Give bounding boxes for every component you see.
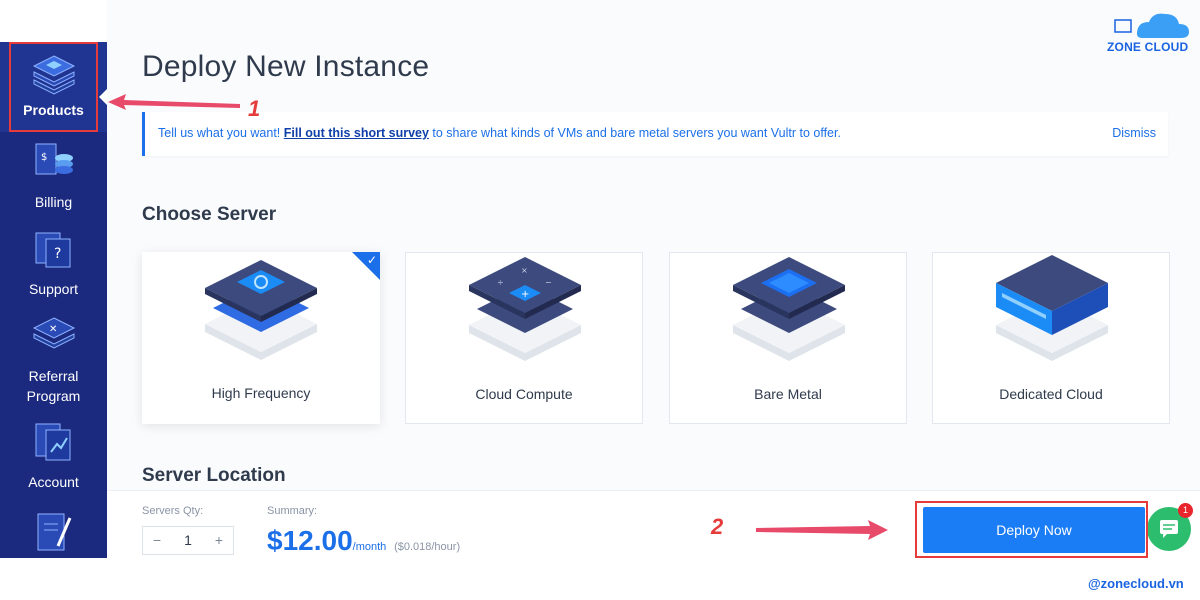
- sidebar-item-label: Billing: [34, 194, 73, 210]
- svg-text:+: +: [521, 289, 529, 300]
- servers-qty-label: Servers Qty:: [142, 505, 204, 517]
- server-card-name: Cloud Compute: [475, 386, 573, 402]
- summary-label: Summary:: [267, 505, 318, 517]
- sidebar-item-label: Account: [28, 474, 79, 490]
- dismiss-link[interactable]: Dismiss: [1112, 126, 1156, 140]
- referral-icon: ✕: [32, 317, 75, 349]
- sidebar-item-account[interactable]: Account: [0, 420, 107, 500]
- checkmark-icon: ✓: [366, 253, 377, 267]
- zone-cloud-logo: ZONE CLOUD: [1107, 10, 1193, 54]
- cloud-compute-server-icon: + × ÷ −: [469, 257, 581, 361]
- watermark: @zonecloud.vn: [1088, 576, 1184, 591]
- price-hourly: ($0.018/hour): [394, 541, 461, 553]
- svg-text:?: ?: [54, 246, 61, 262]
- chat-button[interactable]: 1: [1147, 503, 1193, 551]
- annotation-arrow-2: [756, 520, 888, 540]
- dedicated-cloud-server-icon: [996, 255, 1108, 361]
- price-monthly: $12.00: [267, 525, 353, 556]
- svg-text:−: −: [545, 278, 552, 287]
- server-card-name: High Frequency: [211, 385, 311, 401]
- survey-banner: Tell us what you want! Fill out this sho…: [142, 112, 1168, 156]
- svg-text:×: ×: [521, 266, 528, 275]
- bottom-margin: [0, 558, 1200, 600]
- annotation-box-products: [9, 42, 98, 132]
- choose-server-title: Choose Server: [142, 204, 277, 225]
- brand-name: ZONE CLOUD: [1107, 40, 1189, 54]
- price-summary: $12.00/month ($0.018/hour): [267, 525, 460, 557]
- server-type-options: ✓ High Frequency + × ÷ − Cloud Compute B…: [142, 252, 1170, 424]
- billing-icon: $: [35, 143, 73, 175]
- sidebar-item-label-line2: Program: [26, 388, 81, 404]
- support-icon: ?: [35, 232, 70, 268]
- sidebar-item-referral[interactable]: ✕ Referral Program: [0, 314, 107, 410]
- annotation-step-2: 2: [711, 514, 724, 539]
- cloud-logo-icon: [1114, 13, 1189, 38]
- svg-text:$: $: [41, 152, 47, 163]
- price-unit: /month: [352, 541, 387, 553]
- server-card-high-frequency[interactable]: ✓ High Frequency: [142, 252, 380, 424]
- survey-text-before: Tell us what you want!: [158, 126, 284, 140]
- server-card-name: Dedicated Cloud: [999, 386, 1103, 402]
- servers-qty-stepper: − 1 +: [142, 526, 234, 555]
- annotation-box-deploy: [915, 501, 1148, 558]
- svg-text:✕: ✕: [49, 324, 57, 335]
- page-title: Deploy New Instance: [142, 50, 430, 83]
- annotation-step-1: 1: [248, 96, 261, 121]
- sidebar-item-label: Support: [28, 281, 79, 297]
- high-frequency-server-icon: [205, 260, 317, 360]
- server-card-bare-metal[interactable]: Bare Metal: [669, 252, 907, 424]
- account-icon: [35, 423, 70, 461]
- sidebar-item-billing[interactable]: $ Billing: [0, 140, 107, 220]
- server-location-title: Server Location: [142, 465, 286, 486]
- svg-text:÷: ÷: [497, 278, 504, 287]
- qty-increment-button[interactable]: +: [209, 532, 229, 548]
- annotation-arrow-1: [108, 94, 240, 110]
- survey-message: Tell us what you want! Fill out this sho…: [158, 126, 841, 140]
- bare-metal-server-icon: [733, 257, 845, 361]
- server-card-cloud-compute[interactable]: + × ÷ − Cloud Compute: [405, 252, 643, 424]
- survey-link[interactable]: Fill out this short survey: [284, 126, 429, 140]
- sidebar-item-support[interactable]: ? Support: [0, 227, 107, 307]
- sidebar-item-label-line1: Referral: [28, 368, 79, 384]
- edit-icon: [37, 513, 71, 551]
- sidebar-item-edit[interactable]: [0, 508, 107, 558]
- server-card-name: Bare Metal: [754, 386, 822, 402]
- chat-notification-badge: 1: [1178, 503, 1193, 518]
- survey-text-after: to share what kinds of VMs and bare meta…: [428, 126, 841, 140]
- server-card-dedicated-cloud[interactable]: Dedicated Cloud: [932, 252, 1170, 424]
